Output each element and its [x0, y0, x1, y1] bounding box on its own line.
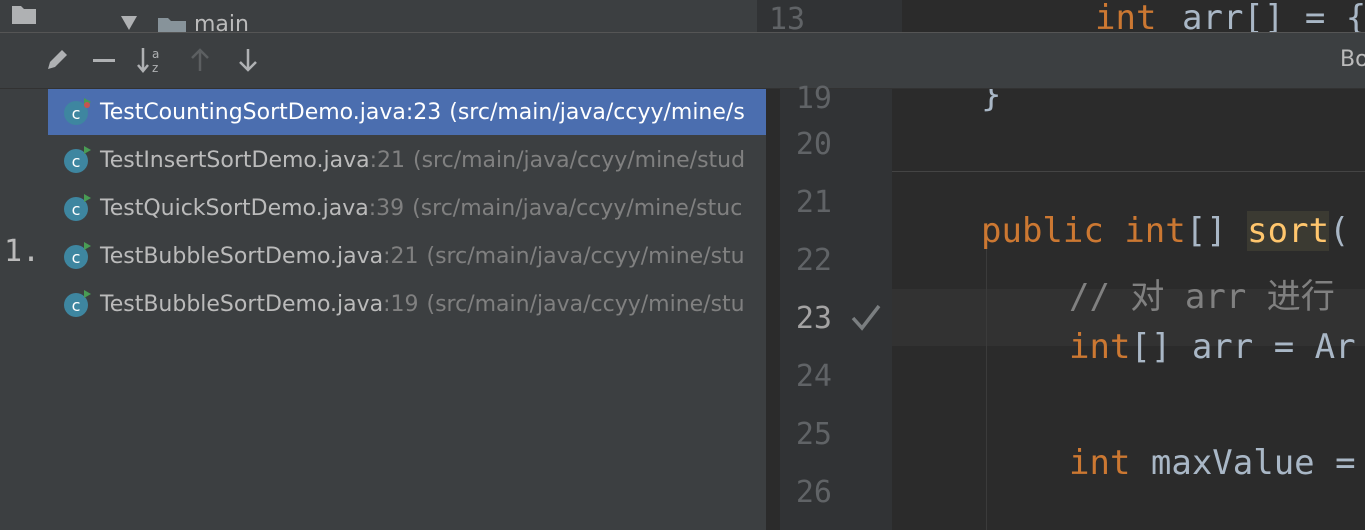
remove-button[interactable] [89, 45, 119, 75]
check-icon [851, 304, 881, 331]
current-line-number: 23 [795, 301, 832, 336]
breakpoints-popup: a z Bo 1. c TestCountingSortDemo.java:23… [0, 32, 1365, 530]
java-class-breakpoint-icon: c [62, 97, 92, 127]
breakpoint-file: TestQuickSortDemo.java [100, 195, 369, 221]
preview-gutter: 19 20 21 22 23 24 25 26 [780, 81, 892, 530]
breakpoint-path: (src/main/java/ccyy/mine/stu [426, 291, 745, 317]
svg-text:c: c [72, 200, 81, 219]
line-number: 20 [795, 127, 832, 162]
breakpoint-line: :23 [405, 99, 442, 125]
breakpoint-file: TestCountingSortDemo.java [100, 99, 406, 125]
breakpoint-line: :39 [368, 195, 405, 221]
code-line-23: int[] arr = Ar [1069, 327, 1356, 367]
folder-icon [12, 6, 36, 24]
toolbar-right-label: Bo [1340, 47, 1365, 72]
svg-text:c: c [72, 152, 81, 171]
breakpoint-file: TestInsertSortDemo.java [100, 147, 370, 173]
breakpoint-line: :21 [383, 243, 419, 269]
line-number: 21 [795, 185, 832, 220]
code-keyword: int [1069, 327, 1131, 367]
list-marker: 1. [4, 234, 41, 269]
code-keyword: public [981, 211, 1104, 251]
java-class-icon: c [62, 289, 92, 319]
move-down-button[interactable] [233, 45, 263, 75]
folder-icon [158, 18, 186, 32]
breakpoint-file: TestBubbleSortDemo.java [100, 243, 384, 269]
breakpoint-row[interactable]: c TestBubbleSortDemo.java:21 (src/main/ja… [48, 233, 766, 279]
editor-gutter-top: 13 [757, 0, 902, 37]
breakpoint-path: (src/main/java/ccyy/mine/stud [413, 147, 746, 173]
line-number: 22 [795, 243, 832, 278]
breakpoint-path: (src/main/java/ccyy/mine/stu [426, 243, 745, 269]
pencil-icon [48, 50, 67, 69]
method-separator [892, 171, 1365, 172]
arrow-down-icon [239, 49, 257, 72]
line-number: 25 [795, 417, 832, 452]
code-keyword: int [1069, 443, 1131, 483]
breakpoint-row[interactable]: c TestQuickSortDemo.java:39 (src/main/jav… [48, 185, 766, 231]
breakpoint-file: TestBubbleSortDemo.java [100, 291, 384, 317]
indent-guide [986, 231, 987, 530]
expand-arrow-icon[interactable] [121, 16, 137, 30]
code-line-25: int maxValue = [1069, 443, 1356, 483]
code-keyword: int [1124, 211, 1186, 251]
line-number: 19 [795, 81, 832, 116]
breakpoint-row[interactable]: c TestCountingSortDemo.java:23 (src/main/… [48, 89, 766, 135]
breakpoint-row[interactable]: c TestBubbleSortDemo.java:19 (src/main/ja… [48, 281, 766, 327]
java-class-icon: c [62, 145, 92, 175]
svg-text:a: a [152, 47, 159, 61]
java-class-icon: c [62, 193, 92, 223]
breakpoint-line: :21 [369, 147, 405, 173]
java-class-icon: c [62, 241, 92, 271]
sort-alpha-icon: a z [137, 47, 159, 75]
line-number: 26 [795, 475, 832, 510]
sort-button[interactable]: a z [136, 45, 166, 75]
edit-button[interactable] [42, 45, 72, 75]
code-comment: // 对 arr 进行 [1069, 277, 1335, 317]
code-preview: } public int[] sort( // 对 arr 进行 int[] a… [892, 89, 1365, 530]
line-number: 24 [795, 359, 832, 394]
code-text: [] arr = Ar [1130, 327, 1356, 367]
breakpoint-path: (src/main/java/ccyy/mine/s [449, 99, 745, 125]
svg-text:z: z [152, 61, 158, 75]
popup-toolbar: a z Bo [0, 32, 1365, 89]
breakpoint-line: :19 [383, 291, 419, 317]
code-brace: } [981, 89, 1002, 115]
svg-text:c: c [72, 248, 81, 267]
code-brackets: [] [1185, 211, 1248, 251]
svg-text:c: c [72, 104, 81, 123]
svg-text:c: c [72, 296, 81, 315]
breakpoint-row[interactable]: c TestInsertSortDemo.java:21 (src/main/ja… [48, 137, 766, 183]
move-up-button[interactable] [185, 45, 215, 75]
minus-icon [93, 59, 115, 62]
arrow-up-icon [191, 48, 209, 71]
code-line-21: public int[] sort( [981, 211, 1350, 251]
breakpoint-path: (src/main/java/ccyy/mine/stuc [412, 195, 743, 221]
code-function: sort [1247, 211, 1330, 251]
code-paren: ( [1329, 211, 1350, 251]
project-tree-strip: main [0, 0, 757, 37]
code-text: maxValue = [1130, 443, 1356, 483]
editor-top: int arr[] = { [902, 0, 1365, 38]
